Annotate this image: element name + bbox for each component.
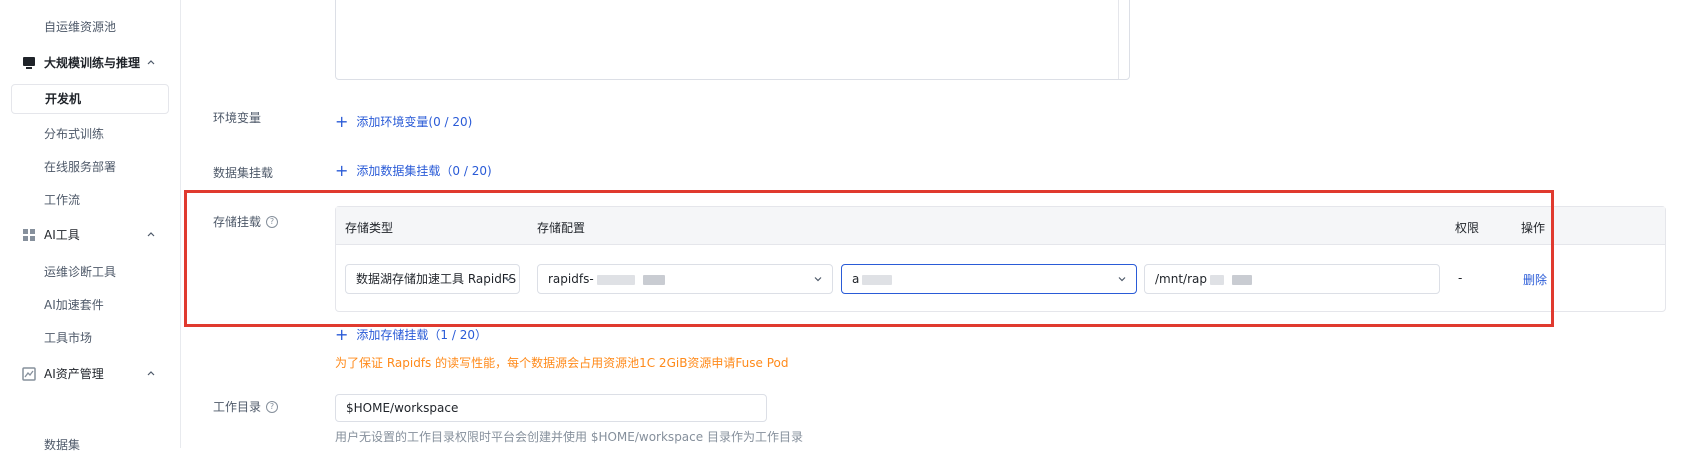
sidebar-group-label: AI资产管理	[44, 367, 104, 381]
sidebar-item-online-service[interactable]: 在线服务部署	[44, 158, 116, 175]
permission-value: -	[1458, 271, 1463, 285]
sidebar-item-dev-machine[interactable]: 开发机	[11, 84, 169, 114]
storage-config-select[interactable]: rapidfs-	[537, 264, 833, 294]
storage-mount-label: 存储挂载?	[213, 213, 279, 230]
redacted-text	[1232, 274, 1252, 285]
add-storage-mount-button[interactable]: + 添加存储挂载（1 / 20）	[335, 326, 487, 343]
header-action: 操作	[1521, 221, 1546, 235]
dataset-mount-label: 数据集挂载	[213, 166, 274, 180]
chevron-up-icon[interactable]	[146, 229, 156, 239]
sidebar-item-workflow[interactable]: 工作流	[44, 191, 80, 208]
redacted-text	[862, 274, 893, 285]
help-icon[interactable]: ?	[266, 400, 279, 413]
sidebar-group-label: AI工具	[44, 228, 80, 242]
workdir-hint: 用户无设置的工作目录权限时平台会创建并使用 $HOME/workspace 目录…	[335, 430, 803, 444]
storage-type-select[interactable]: 数据湖存储加速工具 RapidFS	[345, 264, 520, 294]
sidebar-group-ai-tools[interactable]: AI工具	[22, 226, 80, 243]
redacted-text	[642, 274, 665, 285]
plus-icon: +	[335, 160, 349, 180]
sidebar-group-training[interactable]: 大规模训练与推理	[22, 54, 140, 71]
storage-account-select[interactable]: a	[841, 264, 1137, 294]
scrollbar[interactable]	[1118, 0, 1128, 79]
text-area[interactable]	[335, 0, 1130, 80]
chevron-down-icon	[504, 277, 512, 282]
mount-path-input[interactable]: /mnt/rap	[1144, 264, 1440, 294]
add-env-var-label: 添加环境变量(0 / 20)	[356, 115, 473, 129]
storage-account-value: a	[852, 272, 860, 286]
delete-button[interactable]: 删除	[1523, 271, 1547, 288]
grid-icon	[23, 228, 35, 241]
sidebar: 自运维资源池 大规模训练与推理 开发机 分布式训练 在线服务部署 工作流 AI工…	[0, 0, 181, 452]
workdir-label: 工作目录?	[213, 398, 279, 415]
chart-icon	[22, 366, 36, 381]
add-env-var-button[interactable]: + 添加环境变量(0 / 20)	[335, 113, 472, 130]
env-var-label: 环境变量	[213, 111, 262, 125]
main-form: 环境变量 + 添加环境变量(0 / 20) 数据集挂载 + 添加数据集挂载（0 …	[182, 0, 1700, 448]
header-storage-type: 存储类型	[345, 221, 394, 235]
redacted-text	[596, 274, 635, 285]
sidebar-item-distributed-training[interactable]: 分布式训练	[44, 125, 104, 142]
add-dataset-mount-button[interactable]: + 添加数据集挂载（0 / 20)	[335, 162, 492, 179]
header-storage-config: 存储配置	[537, 221, 586, 235]
sidebar-item-self-ops-pool[interactable]: 自运维资源池	[44, 18, 116, 35]
add-storage-mount-label: 添加存储挂载（1 / 20）	[356, 328, 487, 342]
sidebar-item-ai-accel[interactable]: AI加速套件	[44, 296, 104, 313]
storage-config-value: rapidfs-	[548, 272, 594, 286]
workdir-input[interactable]: $HOME/workspace	[335, 394, 767, 422]
chevron-down-icon	[814, 277, 822, 282]
sidebar-item-tool-market[interactable]: 工具市场	[44, 329, 92, 346]
chevron-down-icon	[1118, 277, 1126, 282]
chevron-up-icon[interactable]	[146, 57, 156, 67]
redacted-text	[1210, 274, 1224, 285]
plus-icon: +	[335, 111, 349, 131]
mount-path-value: /mnt/rap	[1155, 272, 1207, 286]
add-dataset-mount-label: 添加数据集挂载（0 / 20)	[356, 164, 492, 178]
monitor-icon	[23, 56, 35, 69]
table-header: 存储类型 存储配置 权限 操作	[336, 207, 1665, 245]
storage-table: 存储类型 存储配置 权限 操作 数据湖存储加速工具 RapidFS rapidf…	[335, 206, 1666, 312]
sidebar-group-label: 大规模训练与推理	[44, 56, 141, 70]
storage-type-value: 数据湖存储加速工具 RapidFS	[356, 272, 517, 286]
sidebar-item-dataset[interactable]: 数据集	[44, 436, 80, 453]
plus-icon: +	[335, 324, 349, 344]
rapidfs-warning: 为了保证 Rapidfs 的读写性能，每个数据源会占用资源池1C 2GiB资源申…	[335, 356, 789, 370]
sidebar-group-ai-assets[interactable]: AI资产管理	[22, 365, 104, 382]
sidebar-item-ops-diagnosis[interactable]: 运维诊断工具	[44, 263, 116, 280]
header-permission: 权限	[1455, 221, 1480, 235]
chevron-up-icon[interactable]	[146, 368, 156, 378]
help-icon[interactable]: ?	[266, 215, 279, 228]
